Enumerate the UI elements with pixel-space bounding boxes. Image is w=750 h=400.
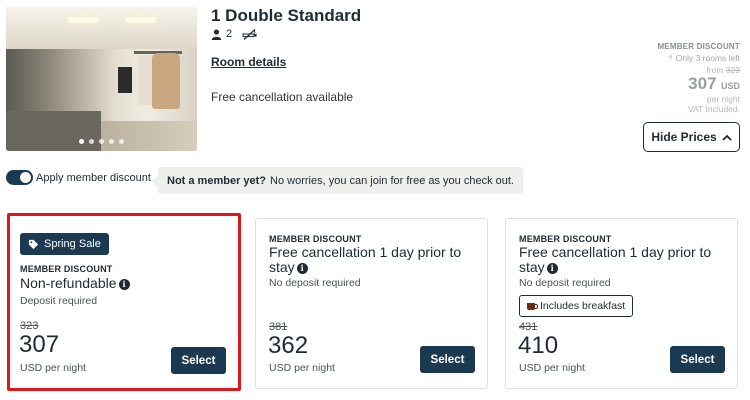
price-unit: USD per night bbox=[20, 362, 86, 374]
rate-name: Free cancellation 1 day prior to stay i bbox=[269, 245, 469, 275]
rate-name-text: Non-refundable bbox=[20, 275, 117, 291]
member-info-banner: Not a member yet? No worries, you can jo… bbox=[152, 167, 523, 194]
photo-tv bbox=[118, 67, 132, 93]
rate-card-non-refundable[interactable]: Spring Sale MEMBER DISCOUNT Non-refundab… bbox=[7, 213, 241, 391]
photo-bed bbox=[6, 111, 101, 151]
deposit-note: No deposit required bbox=[269, 277, 361, 289]
from-price: from 323 bbox=[610, 65, 740, 75]
room-photo[interactable] bbox=[6, 7, 197, 151]
no-smoking-icon bbox=[242, 28, 257, 40]
carousel-dot[interactable] bbox=[99, 139, 104, 144]
tag-icon bbox=[28, 239, 39, 249]
summary-per-night: per night bbox=[706, 94, 740, 104]
rooms-left-text: Only 3 rooms left bbox=[675, 52, 740, 63]
price: 362 bbox=[268, 332, 309, 359]
sale-badge-label: Spring Sale bbox=[44, 238, 101, 250]
person-icon bbox=[211, 28, 222, 40]
member-banner-bold: Not a member yet? bbox=[167, 174, 267, 187]
lightning-icon: ⚡ bbox=[667, 52, 674, 62]
price: 307 bbox=[19, 331, 60, 358]
member-discount-toggle[interactable] bbox=[6, 170, 33, 185]
member-banner-text: No worries, you can join for free as you… bbox=[270, 174, 514, 187]
price-unit: USD per night bbox=[519, 362, 585, 374]
price-unit: USD per night bbox=[269, 362, 335, 374]
photo-carousel-dots[interactable] bbox=[6, 139, 197, 144]
toggle-knob bbox=[20, 172, 31, 183]
deposit-note: No deposit required bbox=[519, 277, 611, 289]
member-discount-label: MEMBER DISCOUNT bbox=[269, 234, 362, 244]
vat-note: VAT Included. bbox=[688, 104, 740, 114]
rate-name: Free cancellation 1 day prior to stay i bbox=[519, 245, 719, 275]
photo-coat bbox=[152, 53, 180, 109]
breakfast-label: Includes breakfast bbox=[540, 300, 626, 312]
member-discount-label: MEMBER DISCOUNT bbox=[657, 42, 740, 51]
spring-sale-badge: Spring Sale bbox=[20, 233, 109, 255]
select-button[interactable]: Select bbox=[670, 346, 725, 373]
room-title: 1 Double Standard bbox=[211, 6, 362, 25]
coffee-cup-icon bbox=[527, 302, 538, 310]
carousel-dot[interactable] bbox=[119, 139, 124, 144]
info-icon[interactable]: i bbox=[546, 263, 558, 274]
select-button[interactable]: Select bbox=[171, 347, 226, 374]
info-icon[interactable]: i bbox=[296, 263, 308, 274]
select-button[interactable]: Select bbox=[420, 346, 475, 373]
occupancy: 2 bbox=[211, 28, 258, 40]
info-icon[interactable]: i bbox=[118, 279, 130, 290]
rate-card-free-cancellation-breakfast[interactable]: MEMBER DISCOUNT Free cancellation 1 day … bbox=[505, 218, 738, 389]
member-discount-label: MEMBER DISCOUNT bbox=[519, 234, 612, 244]
guest-count: 2 bbox=[226, 28, 233, 40]
member-discount-label: MEMBER DISCOUNT bbox=[20, 264, 113, 274]
summary-currency: USD bbox=[720, 81, 740, 91]
deposit-note: Deposit required bbox=[20, 295, 98, 307]
summary-price: 307 USD bbox=[610, 74, 740, 94]
from-price-value: 323 bbox=[725, 65, 740, 75]
photo-light bbox=[68, 17, 98, 23]
carousel-dot[interactable] bbox=[89, 139, 94, 144]
photo-ceiling bbox=[6, 7, 197, 49]
rate-name: Non-refundable i bbox=[20, 276, 220, 291]
carousel-dot[interactable] bbox=[79, 139, 84, 144]
summary-price-value: 307 bbox=[688, 74, 717, 93]
photo-light bbox=[126, 17, 156, 23]
carousel-dot[interactable] bbox=[109, 139, 114, 144]
rooms-left: ⚡ Only 3 rooms left bbox=[610, 52, 740, 63]
free-cancellation-text: Free cancellation available bbox=[211, 90, 354, 104]
rate-card-free-cancellation[interactable]: MEMBER DISCOUNT Free cancellation 1 day … bbox=[255, 218, 488, 389]
price-summary: MEMBER DISCOUNT ⚡ Only 3 rooms left from… bbox=[610, 42, 740, 114]
breakfast-badge: Includes breakfast bbox=[519, 295, 634, 317]
photo-floor bbox=[96, 121, 197, 151]
chevron-up-icon bbox=[722, 134, 732, 141]
hide-prices-button[interactable]: Hide Prices bbox=[643, 122, 740, 152]
member-discount-toggle-label: Apply member discount bbox=[36, 172, 151, 184]
room-details-link[interactable]: Room details bbox=[211, 55, 286, 69]
price: 410 bbox=[518, 332, 559, 359]
hide-prices-label: Hide Prices bbox=[651, 130, 717, 144]
